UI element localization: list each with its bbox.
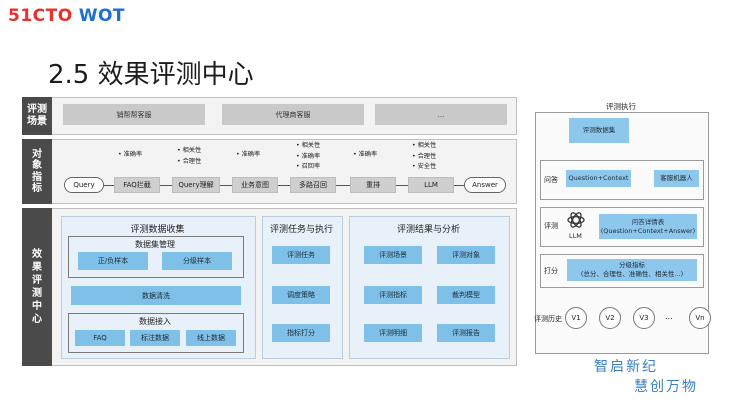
pipeline-start-node: Query (64, 177, 104, 193)
flow-robot: 客服机器人 (654, 170, 699, 187)
version-node: V2 (599, 307, 621, 329)
metric-item: 相关性 (182, 147, 202, 154)
flow-score-label: 打分 (544, 267, 558, 275)
data-clean-step: 数据清洗 (71, 286, 241, 305)
eval-result-item: 评测指标 (364, 286, 422, 304)
metric-item: 准确率 (358, 151, 378, 158)
flow-history-label: 评测历史 (534, 315, 562, 323)
objects-row (22, 139, 517, 204)
eval-result-item: 评测报告 (437, 324, 495, 342)
version-node: V1 (565, 307, 587, 329)
slogan-line-1: 智启新纪 (594, 359, 658, 375)
scene-item: 代理商客服 (222, 104, 364, 125)
eval-task-title: 评测任务与执行 (269, 225, 333, 235)
metric-item: 准确率 (241, 151, 261, 158)
pipeline-node: LLM (408, 177, 454, 193)
flow-score: 分级指标 (总分、合理性、准确性、相关性...) (567, 259, 697, 281)
data-access-item: 标注数据 (130, 330, 180, 346)
flow-eval-label: 评测 (544, 222, 558, 230)
data-access-item: FAQ (75, 330, 125, 346)
pipeline-node: 业务意图 (232, 177, 278, 193)
slogan-line-2: 慧创万物 (634, 379, 698, 395)
version-node: Vn (689, 307, 711, 329)
metric-list-llm: • 相关性 • 合理性 • 安全性 (412, 142, 437, 170)
version-ellipsis: ... (665, 312, 673, 321)
eval-result-item: 评测对象 (437, 246, 495, 264)
flow-question: Question+Context (566, 170, 631, 187)
flow-llm-label: LLM (569, 232, 582, 240)
metric-item: 合理性 (182, 157, 202, 165)
data-collect-title: 评测数据收集 (130, 225, 185, 235)
eval-result-item: 评测场景 (364, 246, 422, 264)
flow-title: 评测执行 (606, 102, 636, 111)
metric-list-intent: • 准确率 (236, 151, 261, 158)
metric-item: 相关性 (301, 142, 321, 149)
eval-result-title: 评测结果与分析 (396, 225, 460, 235)
scene-row-label: 评测 场景 (22, 97, 52, 135)
flow-dataset: 评测数据集 (569, 118, 629, 143)
pipeline-node: FAQ拦截 (114, 177, 160, 193)
metric-item: 召回率 (301, 163, 321, 170)
system-row-label: 效 果 评 测 中 心 (22, 208, 52, 366)
metric-item: 合理性 (417, 152, 437, 160)
scene-item: 销帮帮客服 (63, 104, 205, 125)
metric-list-recall: • 相关性 • 准确率 • 召回率 (296, 142, 321, 170)
logo-part-51cto: 51CTO (8, 6, 73, 26)
metric-item: 相关性 (417, 142, 437, 149)
dataset-manage-title: 数据集管理 (135, 240, 175, 249)
eval-result-item: 裁判模型 (437, 286, 495, 304)
eval-task-item: 指标打分 (272, 324, 330, 342)
scene-item: ... (375, 104, 507, 125)
dataset-manage-item: 分级样本 (162, 252, 232, 270)
pipeline-node: Query理解 (172, 177, 220, 193)
openai-icon (567, 212, 585, 228)
flow-detail: 问答详情表 (Question+Context+Answer) (599, 214, 697, 239)
metric-list-rerank: • 准确率 (353, 151, 378, 158)
metric-item: 安全性 (417, 163, 437, 170)
data-access-title: 数据接入 (139, 317, 171, 326)
pipeline-end-node: Answer (464, 177, 506, 193)
metric-list-query: • 相关性 • 合理性 (177, 147, 202, 165)
pipeline-node: 多路召回 (290, 177, 336, 193)
flow-qa-label: 问答 (544, 176, 558, 184)
metric-item: 准确率 (301, 152, 321, 160)
metric-item: 准确率 (123, 151, 143, 158)
pipeline-node: 重排 (350, 177, 396, 193)
logo-part-wot: WOT (78, 6, 125, 26)
slide-title: 2.5 效果评测中心 (48, 60, 254, 90)
metric-list-faq: • 准确率 (118, 151, 143, 158)
eval-task-item: 评测任务 (272, 246, 330, 264)
version-node: V3 (633, 307, 655, 329)
brand-logo: 51CTO WOT (8, 6, 125, 26)
objects-row-label: 对 象 指 标 (22, 139, 52, 204)
dataset-manage-item: 正/负样本 (78, 252, 148, 270)
eval-task-item: 调度策略 (272, 286, 330, 304)
eval-result-item: 评测明细 (364, 324, 422, 342)
data-access-item: 线上数据 (186, 330, 236, 346)
